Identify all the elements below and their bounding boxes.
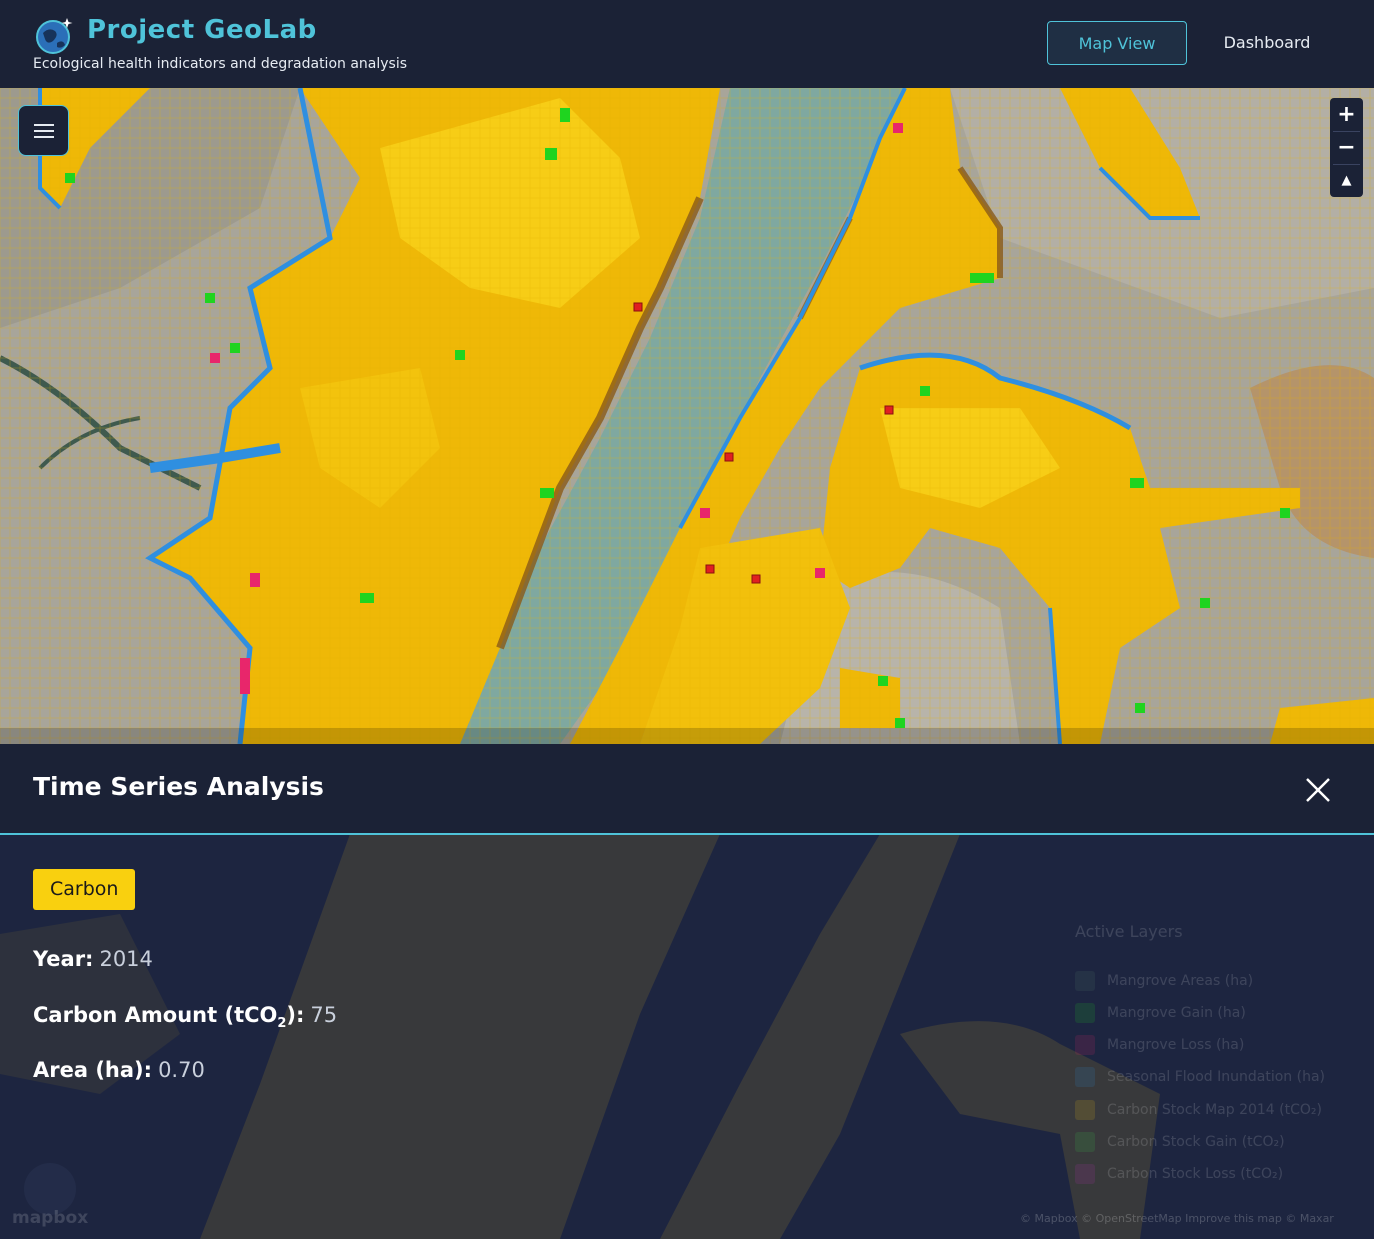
legend-item: Carbon Stock Map 2014 (tCO₂) <box>1075 1100 1322 1122</box>
legend-swatch <box>1075 1164 1095 1184</box>
app-title: Project GeoLab <box>87 15 317 45</box>
hamburger-icon <box>34 130 54 132</box>
year-value: 2014 <box>99 947 153 971</box>
app-subtitle: Ecological health indicators and degrada… <box>33 56 408 72</box>
legend-title: Active Layers <box>1075 922 1183 941</box>
area-label: Area (ha): <box>33 1058 153 1082</box>
area-stat: Area (ha): 0.70 <box>33 1058 205 1082</box>
app-header: Project GeoLab Ecological health indicat… <box>0 0 1374 89</box>
map-canvas[interactable] <box>0 88 1374 744</box>
panel-title: Time Series Analysis <box>33 772 324 801</box>
globe-logo-icon <box>36 18 73 54</box>
legend-item-label: Seasonal Flood Inundation (ha) <box>1107 1069 1325 1085</box>
legend-item: Carbon Stock Gain (tCO₂) <box>1075 1132 1285 1154</box>
layer-badge: Carbon <box>33 869 136 910</box>
active-layers-legend: Active Layers Mangrove Areas (ha) Mangro… <box>1060 904 1360 1194</box>
menu-toggle-button[interactable] <box>18 105 69 156</box>
carbon-amount-stat: Carbon Amount (tCO2): 75 <box>33 1003 337 1031</box>
legend-item-label: Mangrove Loss (ha) <box>1107 1037 1245 1053</box>
zoom-out-button[interactable]: − <box>1330 131 1363 164</box>
map-zoom-controls: + − ▲ <box>1330 98 1363 197</box>
legend-item: Mangrove Loss (ha) <box>1075 1035 1244 1057</box>
area-value: 0.70 <box>158 1058 205 1082</box>
hamburger-icon <box>34 136 54 138</box>
legend-item-label: Mangrove Gain (ha) <box>1107 1005 1246 1021</box>
map-attribution[interactable]: © Mapbox © OpenStreetMap Improve this ma… <box>1020 1212 1374 1234</box>
close-icon[interactable] <box>1298 770 1338 810</box>
carbon-label-suffix: ): <box>286 1003 305 1027</box>
carbon-label-prefix: Carbon Amount (tCO <box>33 1003 278 1027</box>
mapbox-logo[interactable]: mapbox <box>12 1208 88 1228</box>
legend-swatch <box>1075 1132 1095 1152</box>
satellite-map-layer <box>0 88 1374 744</box>
panel-header: Time Series Analysis <box>0 744 1374 835</box>
hamburger-icon <box>34 124 54 126</box>
legend-swatch <box>1075 1100 1095 1120</box>
year-label: Year: <box>33 947 94 971</box>
map-view-button[interactable]: Map View <box>1047 21 1187 65</box>
legend-swatch <box>1075 1035 1095 1055</box>
carbon-amount-value: 75 <box>310 1003 338 1027</box>
carbon-amount-label: Carbon Amount (tCO2): <box>33 1003 305 1031</box>
legend-item: Mangrove Areas (ha) <box>1075 971 1253 993</box>
legend-swatch <box>1075 971 1095 991</box>
legend-item-label: Mangrove Areas (ha) <box>1107 973 1254 989</box>
legend-item: Seasonal Flood Inundation (ha) <box>1075 1067 1325 1089</box>
year-stat: Year: 2014 <box>33 947 153 971</box>
dashboard-button[interactable]: Dashboard <box>1205 21 1329 65</box>
legend-item-label: Carbon Stock Loss (tCO₂) <box>1107 1166 1284 1182</box>
legend-item-label: Carbon Stock Gain (tCO₂) <box>1107 1134 1285 1150</box>
time-series-panel: Time Series Analysis Carbon Year: 2014 Ca… <box>0 744 1374 1239</box>
legend-swatch <box>1075 1003 1095 1023</box>
legend-item: Mangrove Gain (ha) <box>1075 1003 1246 1025</box>
legend-item: Carbon Stock Loss (tCO₂) <box>1075 1164 1283 1186</box>
legend-swatch <box>1075 1067 1095 1087</box>
zoom-in-button[interactable]: + <box>1330 98 1363 131</box>
legend-item-label: Carbon Stock Map 2014 (tCO₂) <box>1107 1102 1322 1118</box>
compass-button[interactable]: ▲ <box>1330 164 1363 197</box>
